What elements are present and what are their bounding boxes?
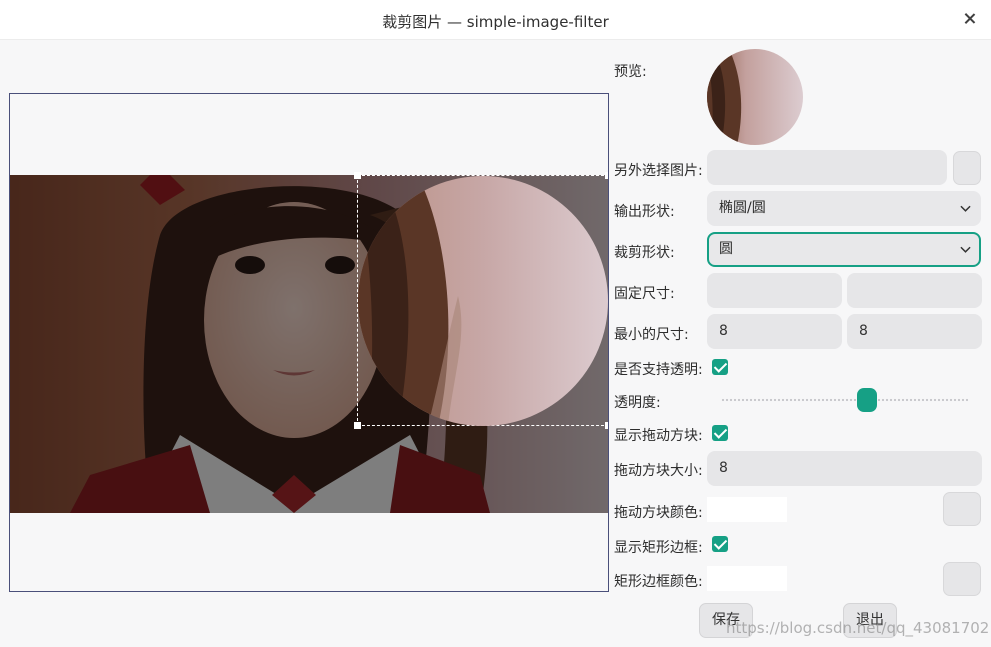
fixed-width-field[interactable] [707,273,842,308]
min-width-field[interactable]: 8 [707,314,842,349]
handle-color-swatch [707,497,787,522]
browse-image-button[interactable] [953,151,981,185]
image-path-field[interactable] [707,150,947,185]
output-shape-select[interactable]: 椭圆/圆 [707,191,981,226]
drag-handle-top-right[interactable] [605,172,608,179]
output-shape-value: 椭圆/圆 [719,200,766,216]
chevron-down-icon [960,246,971,253]
rect-border-color-label: 矩形边框颜色: [614,574,703,590]
window-title: 裁剪图片 — simple-image-filter [382,13,609,31]
crop-circle-preview [358,176,608,426]
drag-handle-bottom-left[interactable] [354,422,361,429]
close-icon[interactable] [961,10,979,28]
preview-image [707,49,803,145]
min-height-field[interactable]: 8 [847,314,982,349]
opacity-label: 透明度: [614,395,661,411]
crop-selection[interactable] [354,172,608,429]
crop-shape-value: 圆 [719,241,733,257]
handle-color-label: 拖动方块颜色: [614,505,703,521]
drag-handle-top-left[interactable] [354,172,361,179]
rect-border-color-picker-button[interactable] [943,562,981,596]
handle-color-picker-button[interactable] [943,492,981,526]
crop-shape-select[interactable]: 圆 [707,232,981,267]
show-handles-checkbox[interactable] [712,425,728,441]
min-size-label: 最小的尺寸: [614,327,689,343]
opacity-slider-handle[interactable] [857,388,878,412]
show-rect-border-checkbox[interactable] [712,536,728,552]
drag-handle-bottom-right[interactable] [605,422,608,429]
show-handles-label: 显示拖动方块: [614,428,703,444]
crop-shape-label: 裁剪形状: [614,245,675,261]
fixed-size-label: 固定尺寸: [614,286,675,302]
watermark-text: https://blog.csdn.net/qq_43081702 [726,619,990,637]
support-transparency-checkbox[interactable] [712,359,728,375]
show-rect-border-label: 显示矩形边框: [614,540,703,556]
output-shape-label: 输出形状: [614,204,675,220]
support-transparency-label: 是否支持透明: [614,362,703,378]
title-bar: 裁剪图片 — simple-image-filter [0,0,991,40]
select-image-label: 另外选择图片: [614,163,703,179]
crop-canvas[interactable] [9,93,609,592]
fixed-height-field[interactable] [847,273,982,308]
chevron-down-icon [960,205,971,212]
handle-size-label: 拖动方块大小: [614,463,703,479]
rect-border-color-swatch [707,566,787,591]
opacity-slider-track[interactable] [721,398,968,402]
handle-size-field[interactable]: 8 [707,451,982,486]
preview-label: 预览: [614,64,647,80]
